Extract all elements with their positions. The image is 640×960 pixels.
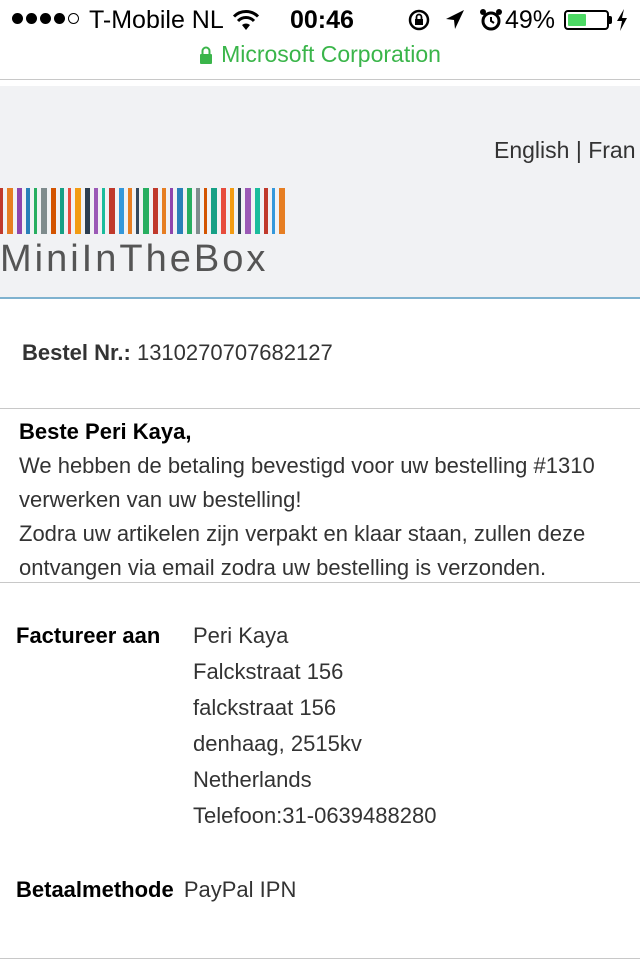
battery-icon <box>564 10 609 30</box>
divider <box>0 958 640 959</box>
order-number-row: Bestel Nr.: 1310270707682127 <box>22 340 333 366</box>
payment-row: Betaalmethode PayPal IPN <box>16 872 296 908</box>
billing-line: Falckstraat 156 <box>193 659 344 684</box>
greeting: Beste Peri Kaya, <box>19 419 192 444</box>
divider <box>0 408 640 409</box>
message-line: verwerken van uw bestelling! <box>19 487 302 512</box>
logo-barcode-icon <box>0 188 285 234</box>
message-line: ontvangen via email zodra uw bestelling … <box>19 555 547 580</box>
carrier-name: T-Mobile NL <box>89 6 224 34</box>
signal-strength-icon <box>12 13 79 24</box>
battery-level <box>568 14 587 26</box>
message-line: Zodra uw artikelen zijn verpakt en klaar… <box>19 521 586 546</box>
billing-line: falckstraat 156 <box>193 695 337 720</box>
wifi-icon <box>232 10 260 30</box>
billing-line: Netherlands <box>193 767 312 792</box>
site-identity-label: Microsoft Corporation <box>221 41 441 67</box>
logo-wordmark: MiniInTheBox <box>0 238 269 280</box>
divider <box>0 582 640 583</box>
location-arrow-icon <box>446 10 464 29</box>
lock-icon <box>200 46 213 64</box>
billing-line: denhaag, 2515kv <box>193 731 362 756</box>
battery-percentage: 49% <box>505 6 556 34</box>
alarm-clock-icon <box>480 9 502 31</box>
order-number-value: 1310270707682127 <box>136 340 333 365</box>
message-block: Beste Peri Kaya, We hebben de betaling b… <box>19 415 595 585</box>
charging-bolt-icon <box>617 9 627 31</box>
clock: 00:46 <box>290 6 354 34</box>
message-line: We hebben de betaling bevestigd voor uw … <box>19 453 595 478</box>
billing-address: Peri Kaya Falckstraat 156 falckstraat 15… <box>193 618 436 834</box>
rotation-lock-icon <box>408 9 430 31</box>
status-bar: T-Mobile NL 00:46 49% <box>0 0 640 40</box>
billing-phone[interactable]: Telefoon:31-0639488280 <box>193 798 436 834</box>
order-number-label: Bestel Nr.: <box>22 340 131 365</box>
billing-line: Peri Kaya <box>193 623 289 648</box>
email-header: English | Fran MiniInTheBox <box>0 86 640 299</box>
url-bar[interactable]: Microsoft Corporation <box>0 40 640 80</box>
payment-label: Betaalmethode <box>16 877 174 902</box>
payment-value: PayPal IPN <box>183 877 297 902</box>
language-links[interactable]: English | Fran <box>494 137 635 164</box>
billing-label: Factureer aan <box>16 623 161 648</box>
